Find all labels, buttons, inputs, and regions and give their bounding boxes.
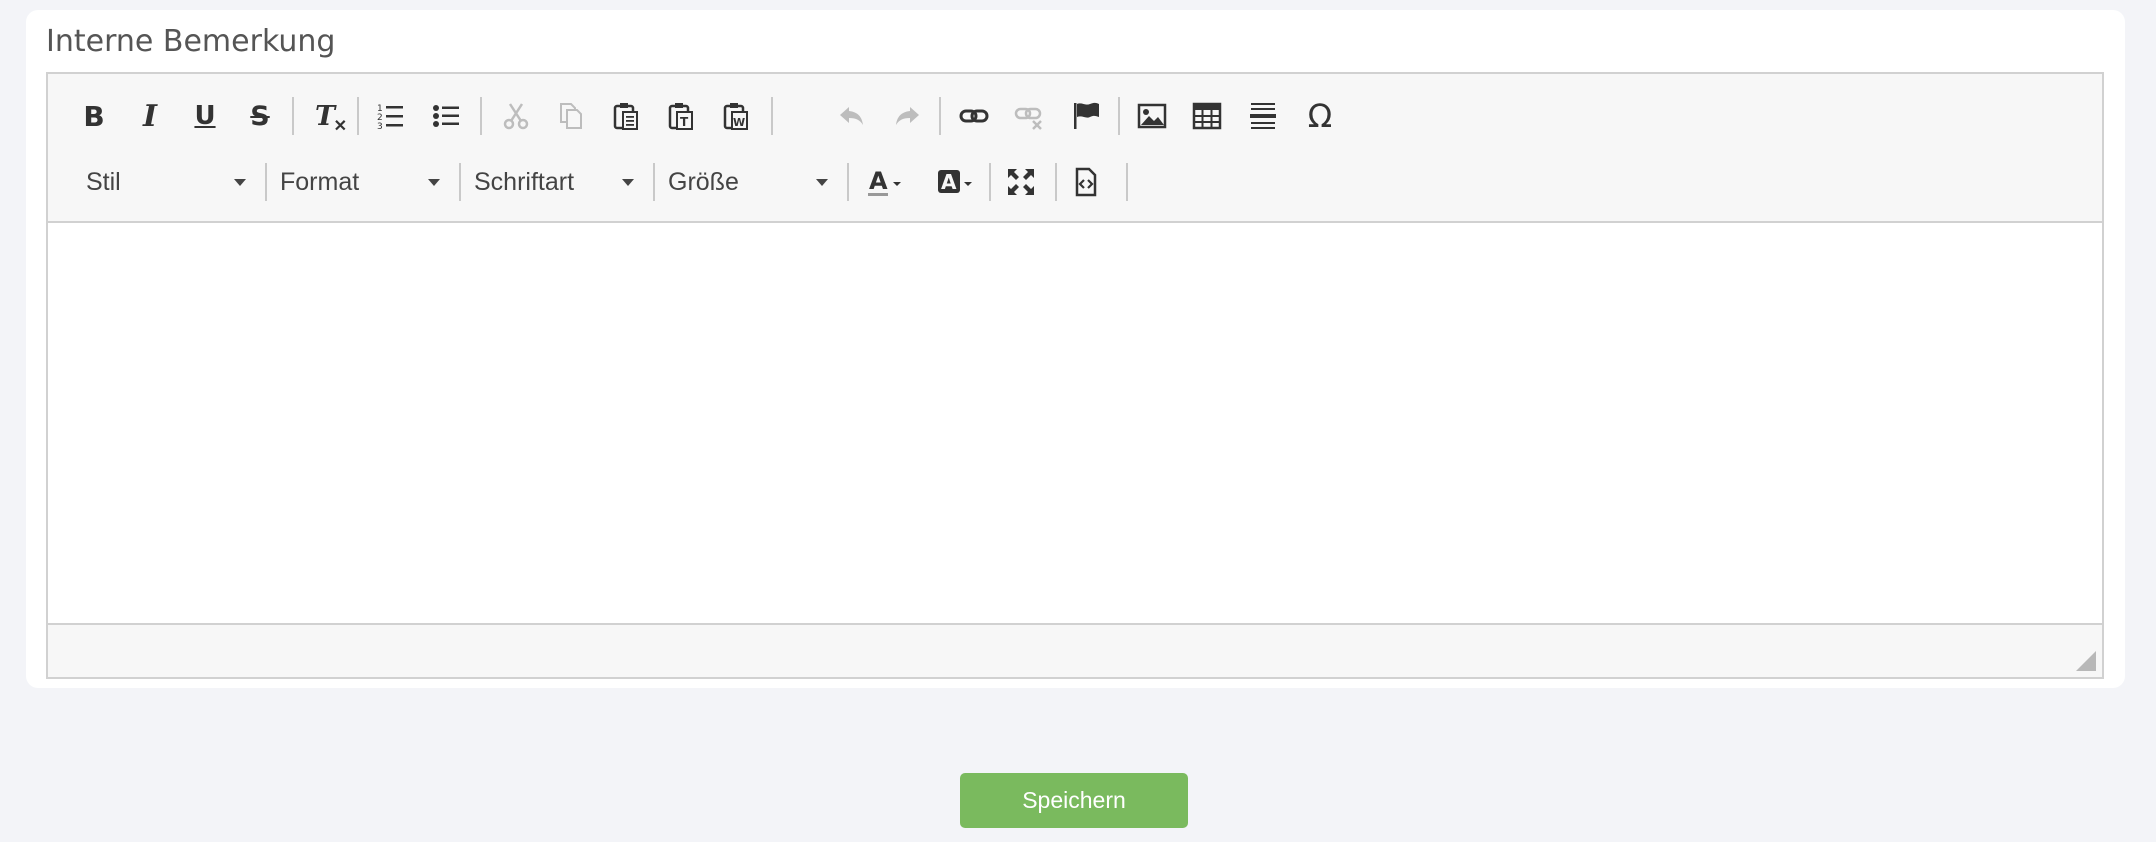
undo-icon [840, 107, 863, 125]
table-icon [1192, 102, 1222, 130]
paste-word-button[interactable]: W [714, 94, 758, 138]
maximize-icon [1008, 169, 1034, 195]
format-combo[interactable]: Format [266, 160, 452, 204]
background-color-button[interactable]: A [926, 160, 986, 204]
link-button[interactable] [952, 94, 996, 138]
unlink-icon [1014, 107, 1042, 130]
bold-button[interactable]: B [72, 94, 116, 138]
redo-button[interactable] [885, 94, 929, 138]
bold-icon: B [83, 99, 105, 133]
save-button[interactable]: Speichern [960, 773, 1188, 828]
svg-text:T: T [680, 115, 689, 129]
italic-icon: I [142, 98, 158, 134]
format-combo-label: Format [280, 167, 360, 196]
cut-icon [503, 103, 529, 130]
paste-word-icon: W [723, 103, 748, 130]
italic-button[interactable]: I [128, 94, 172, 138]
font-combo-label: Schriftart [474, 167, 575, 196]
special-char-button[interactable]: Ω [1298, 94, 1342, 138]
bulleted-list-button[interactable] [424, 94, 468, 138]
numbered-list-icon: 123 [377, 104, 403, 131]
table-button[interactable] [1185, 94, 1229, 138]
rich-text-editor: B I U S T ✕ 123 T W Ω Stil Format Schrif… [46, 72, 2104, 679]
style-combo[interactable]: Stil [72, 160, 258, 204]
chevron-down-icon [428, 178, 440, 186]
anchor-icon [1074, 102, 1099, 129]
paste-button[interactable] [604, 94, 648, 138]
horizontal-line-button[interactable] [1241, 94, 1285, 138]
style-combo-label: Stil [86, 167, 121, 196]
paste-text-button[interactable]: T [659, 94, 703, 138]
special-char-icon: Ω [1307, 97, 1333, 135]
redo-icon [896, 107, 919, 125]
copy-icon [560, 103, 582, 129]
svg-text:A: A [941, 170, 957, 194]
internal-remark-card: Interne Bemerkung B I U S T ✕ 123 T W Ω … [26, 10, 2125, 688]
strikethrough-icon: S [250, 100, 270, 132]
svg-text:A: A [869, 167, 888, 195]
svg-text:3: 3 [377, 122, 383, 131]
svg-text:W: W [733, 116, 745, 129]
text-color-icon: A [868, 167, 901, 196]
link-icon [959, 109, 989, 123]
copy-button[interactable] [549, 94, 593, 138]
text-color-button[interactable]: A [856, 160, 916, 204]
remove-format-button[interactable]: T ✕ [303, 94, 347, 138]
horizontal-line-icon [1250, 103, 1276, 129]
paste-text-icon: T [668, 103, 693, 130]
editor-toolbar: B I U S T ✕ 123 T W Ω Stil Format Schrif… [48, 74, 2102, 223]
chevron-down-icon [816, 178, 828, 186]
bulleted-list-icon [433, 105, 459, 127]
editor-status-bar [48, 623, 2102, 677]
underline-button[interactable]: U [183, 94, 227, 138]
paste-icon [613, 103, 638, 130]
chevron-down-icon [622, 178, 634, 186]
maximize-button[interactable] [999, 160, 1043, 204]
undo-button[interactable] [830, 94, 874, 138]
size-combo[interactable]: Größe [654, 160, 840, 204]
source-icon [1075, 167, 1097, 197]
underline-icon: U [194, 101, 216, 131]
remove-format-icon: T ✕ [314, 100, 348, 135]
source-button[interactable] [1064, 160, 1108, 204]
editor-content-area[interactable] [48, 223, 2102, 623]
section-title: Interne Bemerkung [46, 24, 336, 59]
font-combo[interactable]: Schriftart [460, 160, 646, 204]
numbered-list-button[interactable]: 123 [368, 94, 412, 138]
anchor-button[interactable] [1064, 94, 1108, 138]
background-color-icon: A [938, 170, 972, 194]
image-button[interactable] [1130, 94, 1174, 138]
chevron-down-icon [234, 178, 246, 186]
cut-button[interactable] [494, 94, 538, 138]
unlink-button[interactable] [1007, 94, 1051, 138]
strikethrough-button[interactable]: S [238, 94, 282, 138]
image-icon [1137, 103, 1167, 129]
resize-handle-icon[interactable] [2076, 651, 2096, 671]
size-combo-label: Größe [668, 167, 739, 196]
